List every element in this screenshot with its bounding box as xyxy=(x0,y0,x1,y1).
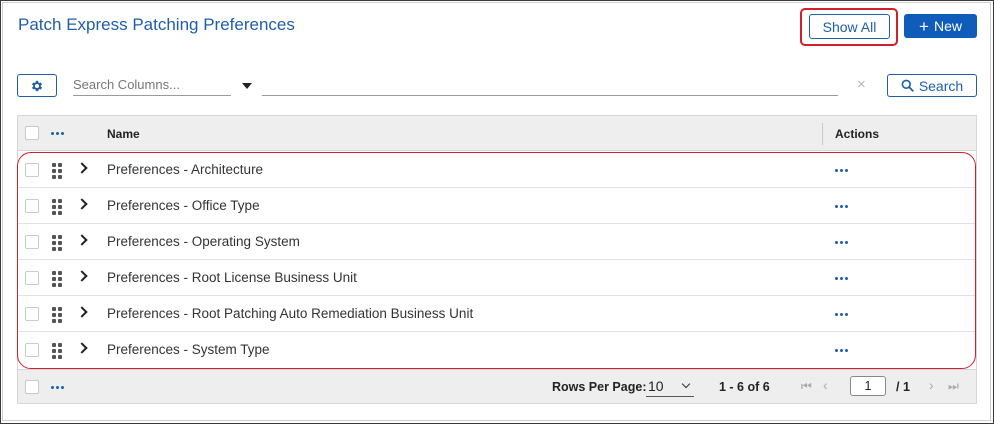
footer-more-icon[interactable] xyxy=(51,386,64,389)
row-actions-icon[interactable] xyxy=(835,277,848,280)
grid-header: Name Actions xyxy=(18,116,976,151)
table-row[interactable]: Preferences - System Type xyxy=(18,332,976,368)
table-row[interactable]: Preferences - Operating System xyxy=(18,224,976,260)
row-actions-icon[interactable] xyxy=(835,205,848,208)
pagination-range: 1 - 6 of 6 xyxy=(719,380,770,394)
column-header-name[interactable]: Name xyxy=(107,127,140,141)
table-row[interactable]: Preferences - Root Patching Auto Remedia… xyxy=(18,296,976,332)
table-row[interactable]: Preferences - Architecture xyxy=(18,152,976,188)
row-checkbox[interactable] xyxy=(25,199,39,213)
column-header-actions: Actions xyxy=(835,127,880,141)
footer-select-checkbox[interactable] xyxy=(25,380,39,394)
rows-per-page-select[interactable]: 10 xyxy=(646,375,694,397)
column-dropdown-caret-icon[interactable] xyxy=(242,83,252,89)
table-row[interactable]: Preferences - Root License Business Unit xyxy=(18,260,976,296)
rows-per-page-value: 10 xyxy=(648,377,664,394)
row-actions-icon[interactable] xyxy=(835,169,848,172)
show-all-button[interactable]: Show All xyxy=(809,14,890,39)
column-resize-handle[interactable] xyxy=(822,123,823,145)
row-checkbox[interactable] xyxy=(25,163,39,177)
page-title: Patch Express Patching Preferences xyxy=(18,15,295,34)
row-name[interactable]: Preferences - System Type xyxy=(107,342,270,357)
row-name[interactable]: Preferences - Office Type xyxy=(107,198,260,213)
row-checkbox[interactable] xyxy=(25,343,39,357)
drag-handle-icon[interactable] xyxy=(52,235,62,251)
search-columns-input[interactable] xyxy=(73,74,231,96)
row-name[interactable]: Preferences - Operating System xyxy=(107,234,300,249)
column-settings-button[interactable] xyxy=(17,74,57,97)
select-all-checkbox[interactable] xyxy=(25,126,39,140)
chevron-down-icon xyxy=(681,379,691,388)
expand-chevron-icon[interactable] xyxy=(76,198,88,210)
row-actions-icon[interactable] xyxy=(835,313,848,316)
drag-handle-icon[interactable] xyxy=(52,343,62,359)
header-more-icon[interactable] xyxy=(51,132,64,135)
gear-icon xyxy=(31,80,43,91)
drag-handle-icon[interactable] xyxy=(52,163,62,179)
expand-chevron-icon[interactable] xyxy=(76,270,88,282)
search-button[interactable]: Search xyxy=(887,74,977,97)
next-page-icon[interactable]: › xyxy=(929,377,934,393)
expand-chevron-icon[interactable] xyxy=(76,234,88,246)
drag-handle-icon[interactable] xyxy=(52,199,62,215)
row-checkbox[interactable] xyxy=(25,271,39,285)
new-button[interactable]: + New xyxy=(904,14,977,38)
row-name[interactable]: Preferences - Root License Business Unit xyxy=(107,270,357,285)
row-actions-icon[interactable] xyxy=(835,241,848,244)
search-value-input[interactable] xyxy=(262,95,838,96)
preferences-grid: Name Actions Preferences - Architecture … xyxy=(17,115,977,404)
row-checkbox[interactable] xyxy=(25,235,39,249)
rows-per-page-label: Rows Per Page: xyxy=(552,380,647,394)
previous-page-icon[interactable]: ‹ xyxy=(823,377,828,393)
drag-handle-icon[interactable] xyxy=(52,307,62,323)
search-button-label: Search xyxy=(918,77,964,94)
grid-footer: Rows Per Page: 10 1 - 6 of 6 ⏮ ‹ 1 / 1 ›… xyxy=(18,369,976,403)
row-name[interactable]: Preferences - Architecture xyxy=(107,162,263,177)
page-total: / 1 xyxy=(896,380,910,394)
magnifier-icon xyxy=(901,79,914,92)
row-checkbox[interactable] xyxy=(25,307,39,321)
expand-chevron-icon[interactable] xyxy=(76,306,88,318)
expand-chevron-icon[interactable] xyxy=(76,162,88,174)
new-button-label: New xyxy=(933,18,962,34)
plus-icon: + xyxy=(919,16,929,36)
table-row[interactable]: Preferences - Office Type xyxy=(18,188,976,224)
row-name[interactable]: Preferences - Root Patching Auto Remedia… xyxy=(107,306,473,321)
page-number-input[interactable]: 1 xyxy=(850,376,886,396)
clear-search-icon[interactable]: × xyxy=(857,76,866,93)
row-actions-icon[interactable] xyxy=(835,349,848,352)
first-page-icon[interactable]: ⏮ xyxy=(801,379,812,394)
drag-handle-icon[interactable] xyxy=(52,271,62,287)
last-page-icon[interactable]: ⏭ xyxy=(948,379,959,394)
expand-chevron-icon[interactable] xyxy=(76,342,88,354)
